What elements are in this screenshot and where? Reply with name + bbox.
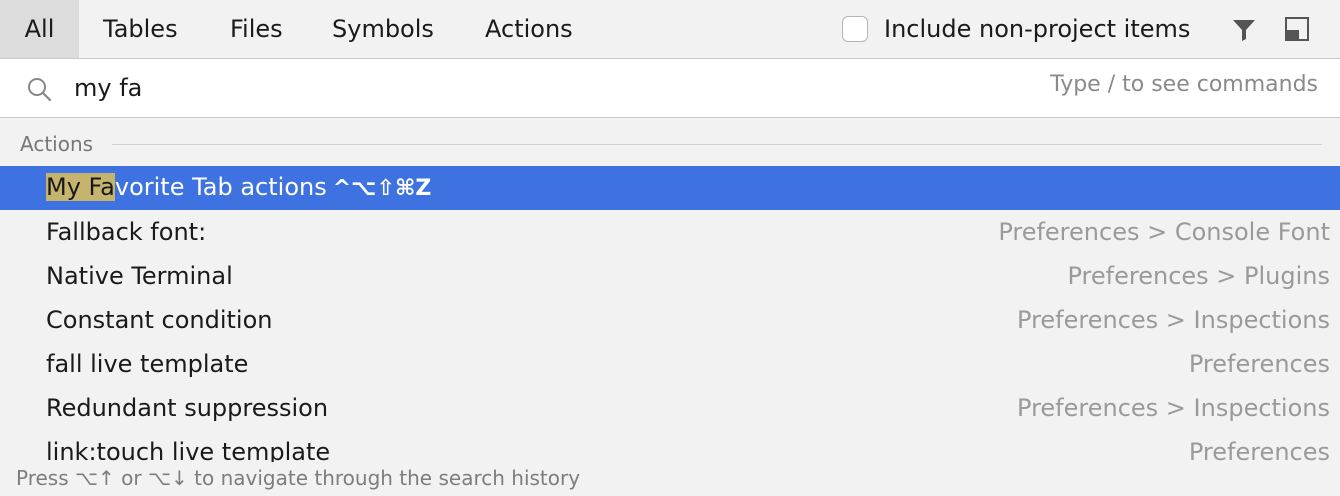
- result-location: Preferences: [1188, 350, 1330, 378]
- section-header-actions: Actions: [0, 118, 1340, 166]
- list-item[interactable]: Redundant suppression Preferences > Insp…: [0, 386, 1340, 430]
- tab-files[interactable]: Files: [206, 0, 307, 58]
- tab-bar: All Tables Files Symbols Actions Include…: [0, 0, 1340, 59]
- result-title: Native Terminal: [46, 262, 233, 290]
- shortcut-label: ^⌥⇧⌘Z: [332, 176, 432, 201]
- section-divider: [112, 144, 1322, 145]
- result-location: Preferences > Plugins: [1067, 262, 1331, 290]
- tab-actions[interactable]: Actions: [461, 0, 597, 58]
- filter-funnel-icon[interactable]: [1231, 17, 1257, 43]
- search-hint: Type / to see commands: [1050, 72, 1318, 97]
- match-highlight: My Fa: [46, 173, 115, 201]
- section-label: Actions: [20, 132, 94, 156]
- search-history-hint: Press ⌥↑ or ⌥↓ to navigate through the s…: [16, 466, 581, 490]
- list-item[interactable]: fall live template Preferences: [0, 342, 1340, 386]
- result-title: Redundant suppression: [46, 394, 329, 422]
- result-title: My Favorite Tab actions ^⌥⇧⌘Z: [46, 173, 431, 201]
- tab-tables[interactable]: Tables: [79, 0, 202, 58]
- status-footer: Press ⌥↑ or ⌥↓ to navigate through the s…: [0, 462, 1340, 496]
- search-row: Type / to see commands: [0, 59, 1340, 118]
- list-item[interactable]: Native Terminal Preferences > Plugins: [0, 254, 1340, 298]
- search-input[interactable]: [74, 67, 874, 109]
- result-location: Preferences > Console Font: [998, 218, 1330, 246]
- list-item[interactable]: My Favorite Tab actions ^⌥⇧⌘Z: [0, 166, 1340, 210]
- results-list: My Favorite Tab actions ^⌥⇧⌘Z Fallback fo…: [0, 166, 1340, 474]
- include-non-project-label: Include non-project items: [884, 15, 1191, 43]
- tab-all[interactable]: All: [0, 0, 79, 58]
- preview-panel-icon[interactable]: [1284, 16, 1310, 42]
- list-item[interactable]: Fallback font: Preferences > Console Fon…: [0, 210, 1340, 254]
- include-non-project-option[interactable]: Include non-project items: [842, 14, 1190, 44]
- tab-symbols[interactable]: Symbols: [308, 0, 458, 58]
- list-item[interactable]: Constant condition Preferences > Inspect…: [0, 298, 1340, 342]
- result-title: Constant condition: [46, 306, 273, 334]
- result-title: Fallback font:: [46, 218, 207, 246]
- include-non-project-checkbox[interactable]: [842, 16, 868, 42]
- search-icon: [28, 78, 52, 102]
- result-location: Preferences > Inspections: [1017, 394, 1330, 422]
- result-location: Preferences > Inspections: [1017, 306, 1330, 334]
- result-title-rest: vorite Tab actions: [114, 173, 327, 201]
- result-title: fall live template: [46, 350, 249, 378]
